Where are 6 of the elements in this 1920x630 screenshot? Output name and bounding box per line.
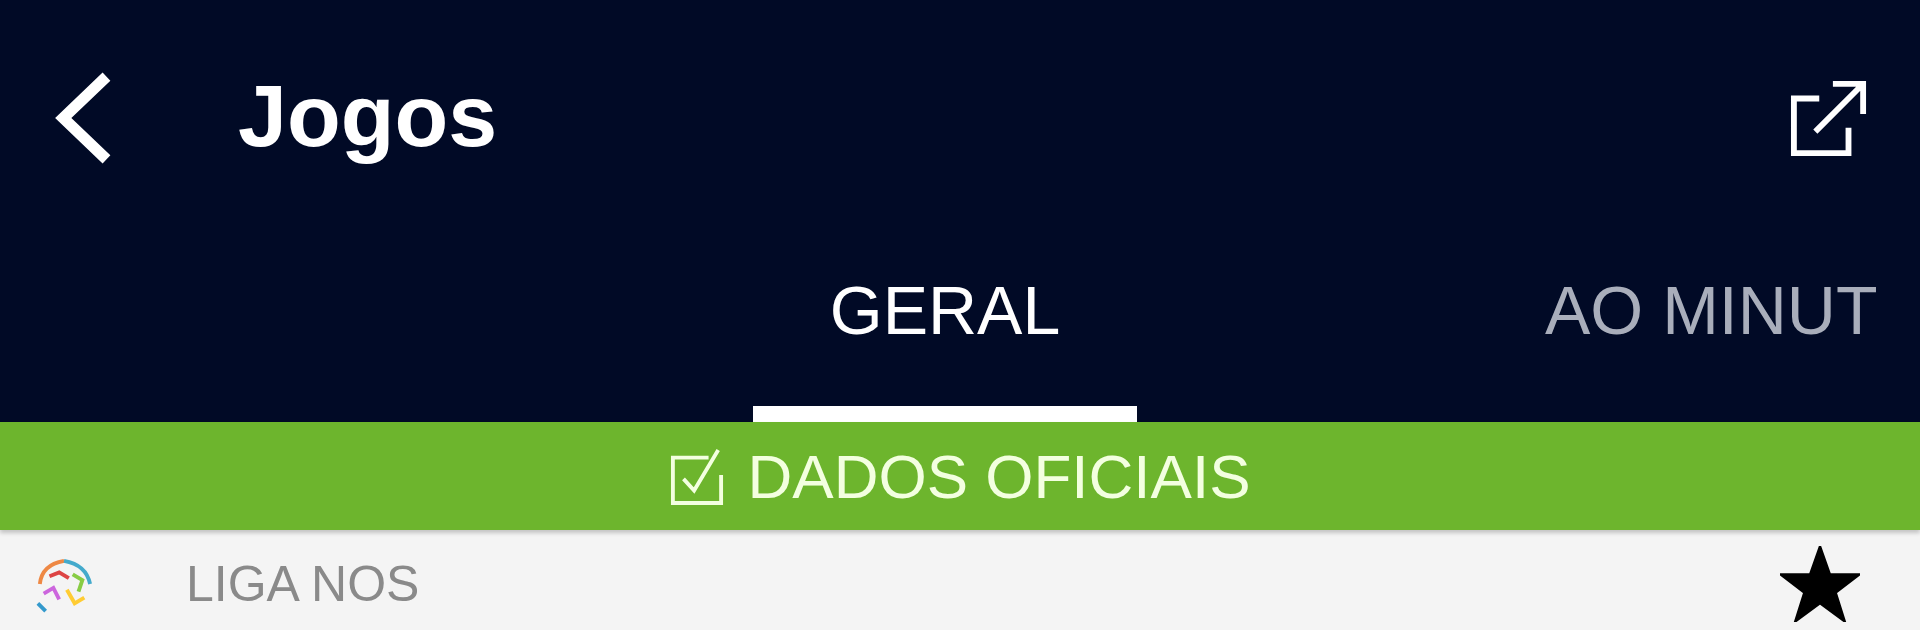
competition-name: LIGA NOS [186, 555, 421, 613]
external-link-icon[interactable] [1790, 78, 1868, 157]
tab[interactable]: AO MINUT [1545, 235, 1878, 422]
screen-title: Jogos [238, 64, 499, 167]
banner-label: DADOS OFICIAIS [747, 440, 1251, 512]
star-icon[interactable] [1780, 546, 1860, 622]
